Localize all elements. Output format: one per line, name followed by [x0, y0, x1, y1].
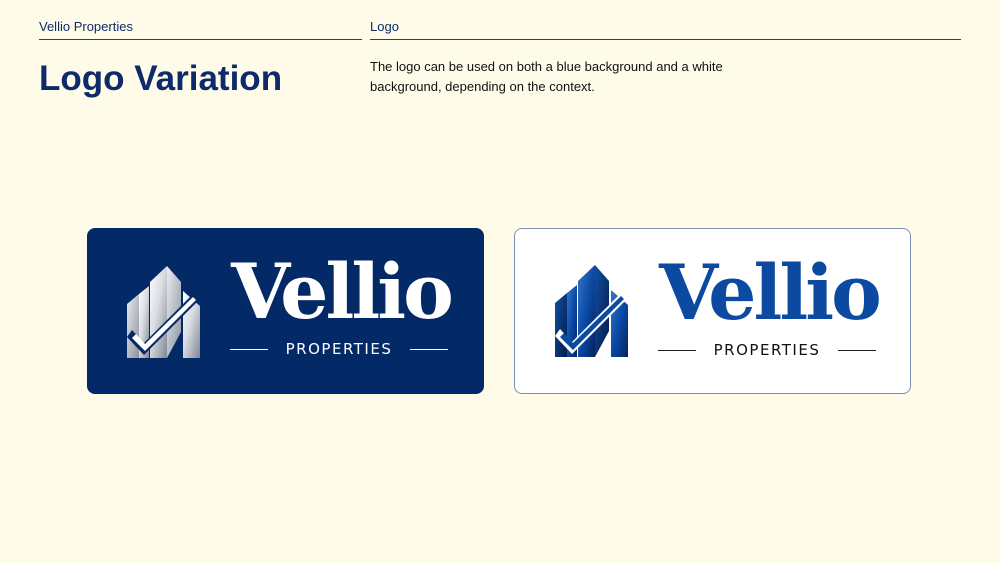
- logo-subtitle: PROPERTIES: [285, 340, 393, 358]
- logo-card-white-background: Vellio PROPERTIES: [514, 228, 911, 394]
- logo-subtitle: PROPERTIES: [713, 341, 821, 359]
- subtitle-right-rule: [410, 348, 448, 350]
- logo-subtitle-row: PROPERTIES: [658, 340, 876, 360]
- header-brand-name: Vellio Properties: [39, 18, 362, 40]
- logo-wordmark: Vellio: [659, 248, 882, 337]
- logo-subtitle-row: PROPERTIES: [230, 339, 448, 359]
- subtitle-left-rule: [230, 348, 268, 350]
- logo-wordmark: Vellio: [231, 247, 454, 336]
- subtitle-right-rule: [838, 349, 876, 351]
- building-checkmark-icon: [555, 265, 628, 357]
- logo-card-blue-background: Vellio PROPERTIES: [87, 228, 484, 394]
- header-section-name: Logo: [370, 18, 961, 40]
- building-checkmark-icon: [127, 266, 200, 358]
- page-title: Logo Variation: [39, 59, 283, 98]
- subtitle-left-rule: [658, 349, 696, 351]
- page-description: The logo can be used on both a blue back…: [370, 59, 723, 94]
